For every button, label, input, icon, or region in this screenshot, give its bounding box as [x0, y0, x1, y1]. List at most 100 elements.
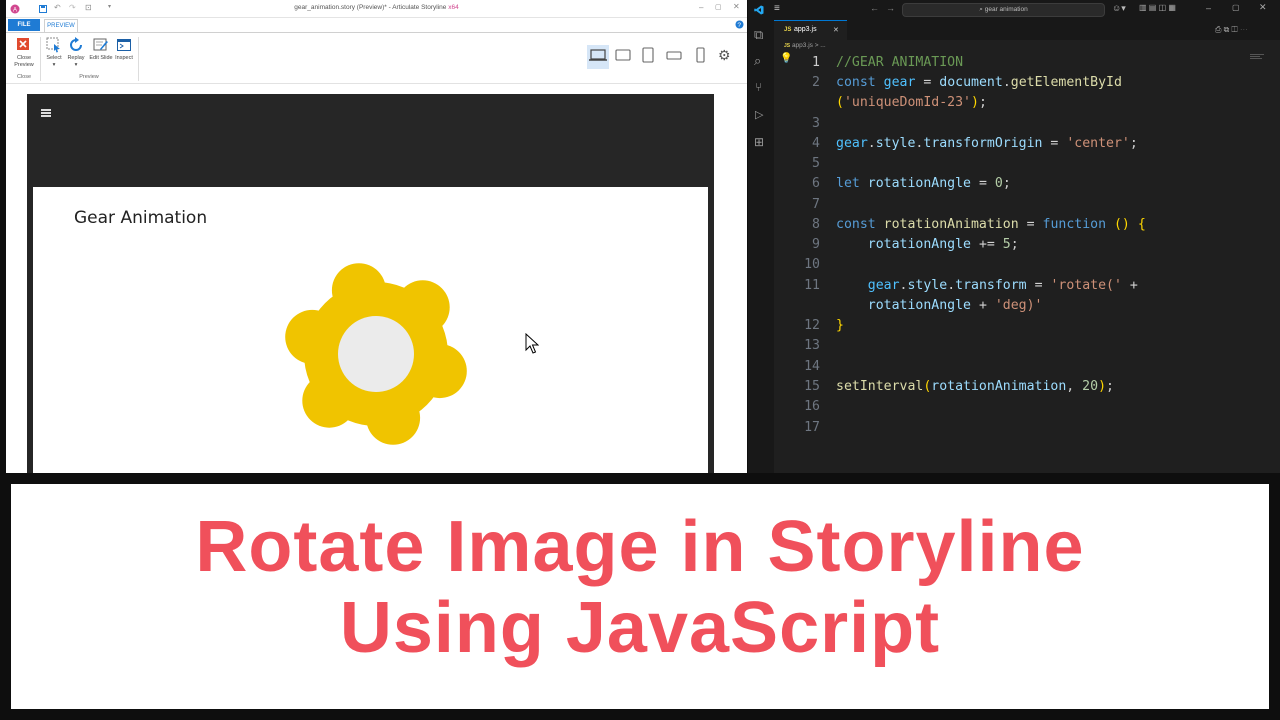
code-line-4: gear.style.transformOrigin = 'center'; [836, 136, 1138, 151]
replay-icon [70, 37, 82, 51]
vscode-logo-icon [754, 5, 764, 15]
code-editor[interactable]: 💡 1 2 3 4 5 6 7 8 9 10 11 12 13 14 15 16 17 //GEAR ANIMA… [748, 53, 1280, 473]
phone-portrait-icon[interactable] [690, 47, 710, 63]
line-number: 14 [804, 359, 820, 374]
lightbulb-icon[interactable]: 💡 [780, 53, 792, 64]
explorer-icon[interactable]: ⧉ [754, 27, 763, 43]
line-number: 17 [804, 420, 820, 435]
ribbon-divider [138, 37, 139, 81]
line-number: 7 [812, 197, 820, 212]
tab-label: app3.js [794, 26, 817, 33]
help-icon[interactable]: ? [735, 20, 744, 29]
close-window-icon[interactable]: ✕ [1259, 2, 1267, 13]
close-group-label: Close [16, 74, 32, 80]
vscode-titlebar: ≡ ← → ⌕ gear animation ☺▾ ▥ ▤ ◫ ▦ – ▢ ✕ [748, 0, 1280, 20]
code-line-2-wrap: ('uniqueDomId-23'); [836, 95, 987, 110]
select-label: Select [46, 55, 62, 61]
tablet-portrait-icon[interactable] [638, 47, 658, 63]
vscode-window: ≡ ← → ⌕ gear animation ☺▾ ▥ ▤ ◫ ▦ – ▢ ✕ … [748, 0, 1280, 473]
line-number: 13 [804, 338, 820, 353]
line-number: 3 [812, 116, 820, 131]
close-preview-icon [17, 38, 29, 50]
desktop-view-icon[interactable] [588, 47, 608, 63]
code-line-6: let rotationAngle = 0; [836, 176, 1011, 191]
slide-title: Gear Animation [74, 208, 208, 228]
line-number: 10 [804, 257, 820, 272]
gear-image [285, 263, 467, 445]
editor-actions-icons[interactable]: ⎙ ⧉ ◫ ⋯ [1215, 25, 1248, 35]
storyline-titlebar: A ↶ ↷ ⊡ ▾ gear_animation.story (Preview)… [6, 0, 747, 18]
inspect-button[interactable]: Inspect [111, 37, 137, 62]
inspect-label: Inspect [115, 55, 133, 61]
line-number: 9 [812, 237, 820, 252]
preview-ribbon: Close Preview Close Select ▾ Replay ▾ Edit… [6, 32, 747, 84]
line-number: 6 [812, 176, 820, 191]
inspect-icon [117, 39, 131, 51]
preview-group-label: Preview [79, 74, 99, 80]
line-number: 5 [812, 156, 820, 171]
select-dropdown-icon[interactable]: ▾ [53, 62, 56, 68]
code-line-2: const gear = document.getElementById [836, 75, 1122, 90]
breadcrumb-text: app3.js > ... [791, 42, 826, 49]
tab-app3-js[interactable]: JS app3.js ✕ [774, 20, 847, 40]
settings-gear-icon[interactable]: ⚙ [718, 47, 731, 64]
gear-center [338, 316, 414, 392]
replay-button[interactable]: Replay ▾ [63, 37, 89, 68]
line-number: 12 [804, 318, 820, 333]
line-number: 4 [812, 136, 820, 151]
editor-tab-bar: ⎙ ⧉ ◫ ⋯ [774, 20, 1280, 40]
banner-title-line-2: Using JavaScript [339, 588, 941, 668]
gear-tooth [285, 309, 340, 364]
tablet-landscape-icon[interactable] [613, 47, 633, 63]
search-text: gear animation [984, 6, 1028, 13]
layout-icons[interactable]: ▥ ▤ ◫ ▦ [1139, 3, 1176, 12]
menu-hamburger-icon[interactable] [41, 109, 51, 111]
gear-tooth [366, 390, 421, 445]
maximize-icon[interactable]: ▢ [1232, 3, 1240, 12]
maximize-icon[interactable]: ▢ [715, 3, 722, 11]
line-number: 16 [804, 399, 820, 414]
command-center-search[interactable]: ⌕ gear animation [902, 3, 1105, 17]
copilot-icon[interactable]: ☺▾ [1112, 3, 1126, 14]
mouse-cursor-icon [525, 333, 539, 354]
code-line-9: rotationAngle += 5; [867, 237, 1019, 252]
banner-title-line-1: Rotate Image in Storyline [195, 507, 1085, 587]
menu-icon[interactable]: ≡ [774, 3, 780, 14]
close-preview-label: Close Preview [14, 55, 34, 68]
gear-tooth [331, 263, 386, 318]
phone-landscape-icon[interactable] [664, 47, 684, 63]
code-line-11: gear.style.transform = 'rotate(' + [867, 278, 1138, 293]
replay-label: Replay [67, 55, 85, 61]
gear-tooth [412, 344, 467, 399]
svg-text:?: ? [737, 22, 741, 29]
close-preview-button[interactable]: Close Preview [11, 37, 37, 68]
code-line-12: } [836, 318, 844, 333]
code-line-1: //GEAR ANIMATION [836, 55, 964, 70]
code-line-15: setInterval(rotationAnimation, 20); [836, 379, 1114, 394]
edit-slide-label: Edit Slide [89, 55, 113, 61]
line-number: 11 [804, 278, 820, 293]
forward-arrow-icon[interactable]: → [886, 3, 895, 13]
replay-dropdown-icon[interactable]: ▾ [75, 62, 78, 68]
code-line-8: const rotationAnimation = function () { [836, 217, 1146, 232]
gear-tooth [302, 373, 357, 428]
breadcrumb: JS app3.js > ... [784, 42, 826, 49]
arch-label: x64 [448, 4, 459, 11]
tab-file[interactable]: FILE [8, 19, 40, 31]
select-icon [46, 37, 60, 53]
close-tab-icon[interactable]: ✕ [833, 26, 839, 34]
line-number: 8 [812, 217, 820, 232]
gear-tooth [395, 280, 450, 335]
minimize-icon[interactable]: – [1206, 3, 1211, 13]
window-title: gear_animation.story (Preview)* - Articu… [294, 4, 447, 11]
line-number: 2 [812, 75, 820, 90]
js-file-icon: JS [784, 43, 791, 49]
ribbon-tabs: FILE PREVIEW ? [6, 18, 747, 32]
minimize-icon[interactable]: – [699, 3, 703, 12]
close-window-icon[interactable]: ✕ [733, 2, 740, 11]
edit-slide-icon [93, 38, 108, 51]
tab-preview[interactable]: PREVIEW [44, 19, 78, 32]
back-arrow-icon[interactable]: ← [870, 3, 879, 13]
line-number: 1 [812, 55, 820, 70]
code-line-11-wrap: rotationAngle + 'deg)' [867, 298, 1043, 313]
